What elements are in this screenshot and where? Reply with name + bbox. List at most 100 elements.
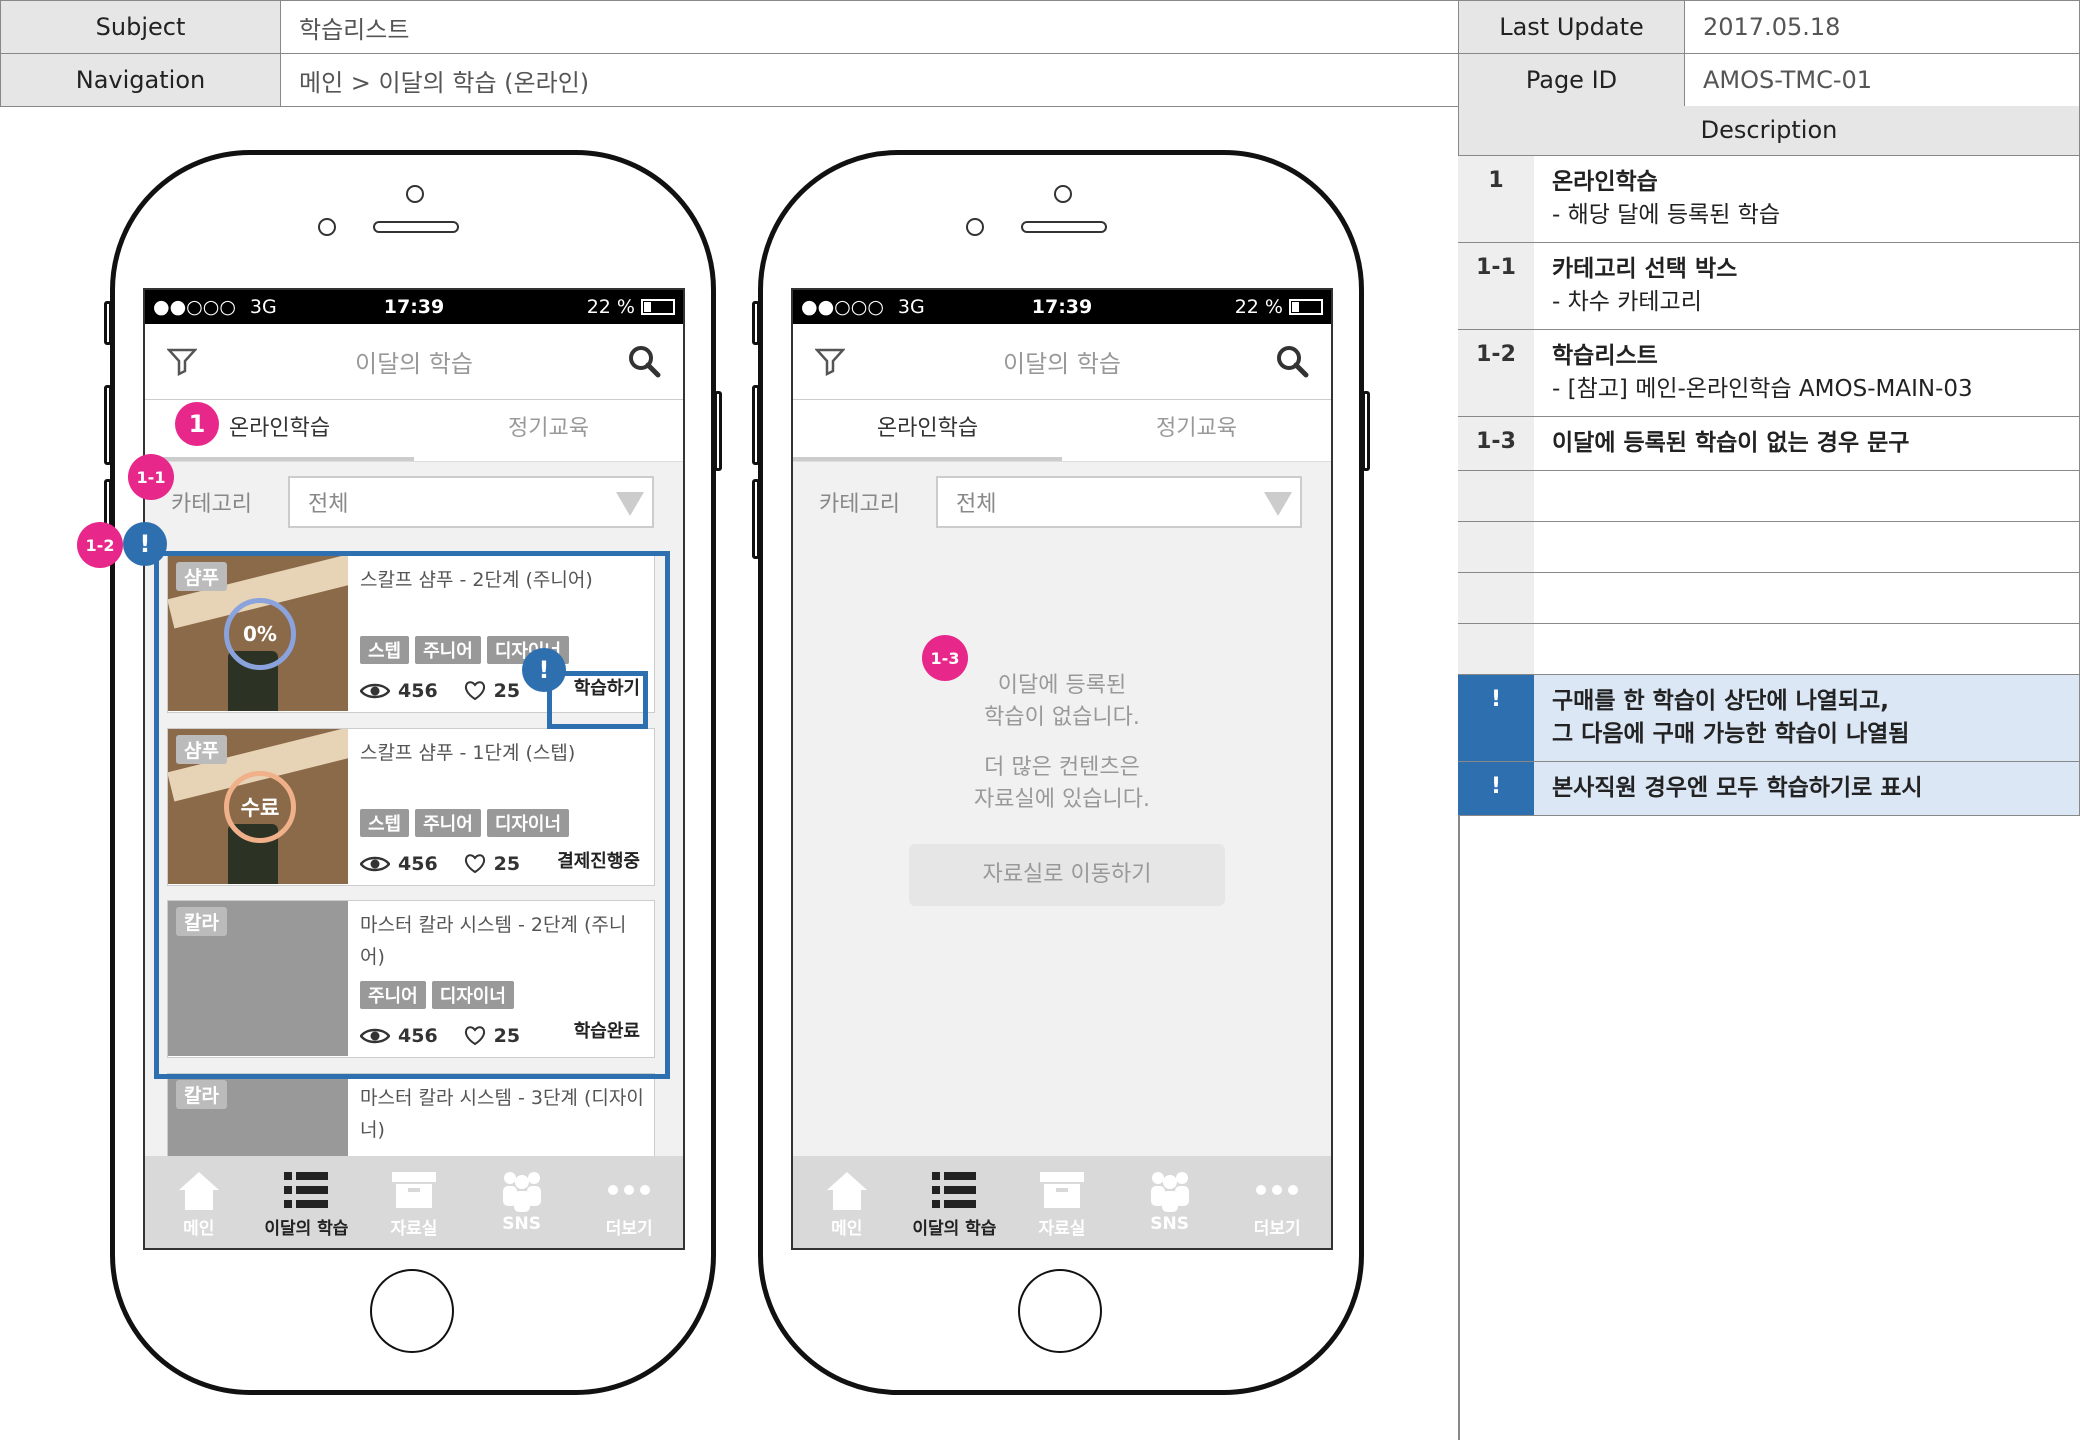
- note-text: 구매를 한 학습이 상단에 나열되고,: [1552, 688, 1890, 714]
- category-select[interactable]: 전체: [935, 476, 1302, 528]
- clock: 17:39: [1031, 296, 1093, 318]
- category-badge: 칼라: [176, 1080, 227, 1109]
- category-label: 카테고리: [171, 492, 252, 517]
- note-text2: 그 다음에 구매 가능한 학습이 나열됨: [1552, 721, 1910, 747]
- desc-row-empty: [1458, 522, 2080, 573]
- nav-home[interactable]: 메인: [793, 1156, 901, 1248]
- app-header: 이달의 학습: [793, 324, 1331, 400]
- list-highlight: [154, 551, 670, 1079]
- desc-row-empty: [1458, 471, 2080, 522]
- page-title: 이달의 학습: [1002, 350, 1122, 378]
- desc-row-empty: [1458, 624, 2080, 675]
- archive-icon: [1039, 1172, 1084, 1208]
- app-header: 이달의 학습: [145, 324, 683, 400]
- archive-icon: [391, 1172, 436, 1208]
- nav-more[interactable]: 더보기: [1223, 1156, 1331, 1248]
- desc-title: 온라인학습: [1552, 169, 1658, 195]
- description-heading: Description: [1458, 106, 2080, 156]
- filter-icon[interactable]: [815, 346, 845, 376]
- subject-label: Subject: [0, 0, 281, 54]
- bottom-nav: 메인 이달의 학습 자료실 SNS 더보기: [793, 1156, 1331, 1248]
- more-icon: [608, 1185, 651, 1195]
- marker-1-2: 1-2: [77, 522, 123, 568]
- home-icon: [826, 1172, 867, 1210]
- description-panel: Description 1 온라인학습 - 해당 달에 등록된 학습 1-1 카테…: [1458, 106, 2080, 816]
- home-button[interactable]: [1018, 1269, 1102, 1353]
- category-row: 카테고리 전체: [793, 462, 1331, 542]
- dropdown-arrow-icon: [615, 492, 644, 516]
- desc-row-empty: [1458, 573, 2080, 624]
- go-to-archive-button[interactable]: 자료실로 이동하기: [909, 844, 1225, 906]
- course-title: 마스터 칼라 시스템 - 3단계 (디자이너): [360, 1087, 644, 1141]
- status-bar: ●●○○○ 3G 17:39 22 %: [793, 290, 1331, 324]
- tab-regular[interactable]: 정기교육: [1062, 400, 1331, 461]
- tab-bar: 온라인학습 정기교육: [145, 400, 683, 462]
- category-select[interactable]: 전체: [287, 476, 654, 528]
- list-icon: [932, 1172, 977, 1208]
- empty-message: 이달에 등록된 학습이 없습니다.: [984, 673, 1140, 730]
- category-value: 전체: [955, 492, 997, 517]
- navigation-label: Navigation: [0, 53, 281, 107]
- desc-title: 학습리스트: [1552, 343, 1658, 369]
- last-update-label: Last Update: [1458, 0, 1685, 54]
- note-num: !: [1458, 675, 1534, 761]
- desc-sub: - [참고] 메인-온라인학습 AMOS-MAIN-03: [1552, 376, 1973, 402]
- desc-sub: - 해당 달에 등록된 학습: [1552, 202, 1780, 228]
- status-bar: ●●○○○ 3G 17:39 22 %: [145, 290, 683, 324]
- clock: 17:39: [383, 296, 445, 318]
- home-icon: [178, 1172, 219, 1210]
- battery-icon: [641, 299, 675, 315]
- desc-num: 1-2: [1458, 330, 1534, 416]
- phone-mockup-empty: ●●○○○ 3G 17:39 22 % 이달의 학습 온라인학습 정기교육 카테…: [752, 150, 1370, 1395]
- note-marker: !: [123, 522, 167, 566]
- nav-archive[interactable]: 자료실: [1008, 1156, 1116, 1248]
- nav-more[interactable]: 더보기: [575, 1156, 683, 1248]
- nav-monthly[interactable]: 이달의 학습: [253, 1156, 361, 1248]
- marker-1: 1: [175, 402, 219, 446]
- category-row: 카테고리 전체: [145, 462, 683, 542]
- note-text: 본사직원 경우엔 모두 학습하기로 표시: [1552, 775, 1923, 801]
- empty-hint: 더 많은 컨텐츠은 자료실에 있습니다.: [974, 755, 1150, 812]
- bottom-nav: 메인 이달의 학습 자료실 SNS 더보기: [145, 1156, 683, 1248]
- last-update-value: 2017.05.18: [1684, 0, 2080, 54]
- marker-1-3: 1-3: [922, 635, 968, 681]
- category-label: 카테고리: [819, 492, 900, 517]
- category-value: 전체: [307, 492, 349, 517]
- people-icon: [502, 1172, 541, 1212]
- desc-title: 카테고리 선택 박스: [1552, 256, 1738, 282]
- desc-row: 1 온라인학습 - 해당 달에 등록된 학습: [1458, 156, 2080, 243]
- desc-row: 1-2 학습리스트 - [참고] 메인-온라인학습 AMOS-MAIN-03: [1458, 330, 2080, 417]
- people-icon: [1150, 1172, 1189, 1212]
- header-table: Subject 학습리스트 Last Update 2017.05.18 Nav…: [0, 0, 2080, 107]
- dropdown-arrow-icon: [1263, 492, 1292, 516]
- tab-bar: 온라인학습 정기교육: [793, 400, 1331, 462]
- desc-title: 이달에 등록된 학습이 없는 경우 문구: [1552, 430, 1910, 456]
- search-icon[interactable]: [627, 344, 661, 378]
- nav-sns[interactable]: SNS: [1116, 1156, 1224, 1248]
- desc-num: 1-3: [1458, 417, 1534, 470]
- tab-online[interactable]: 온라인학습: [793, 400, 1062, 461]
- desc-num: 1: [1458, 156, 1534, 242]
- note-num: !: [1458, 762, 1534, 815]
- desc-note: ! 본사직원 경우엔 모두 학습하기로 표시: [1458, 762, 2080, 816]
- nav-archive[interactable]: 자료실: [360, 1156, 468, 1248]
- search-icon[interactable]: [1275, 344, 1309, 378]
- desc-row: 1-1 카테고리 선택 박스 - 차수 카테고리: [1458, 243, 2080, 330]
- tab-regular[interactable]: 정기교육: [414, 400, 683, 461]
- marker-1-1: 1-1: [128, 454, 174, 500]
- desc-note: ! 구매를 한 학습이 상단에 나열되고, 그 다음에 구매 가능한 학습이 나열…: [1458, 675, 2080, 762]
- nav-home[interactable]: 메인: [145, 1156, 253, 1248]
- nav-monthly[interactable]: 이달의 학습: [901, 1156, 1009, 1248]
- desc-num: 1-1: [1458, 243, 1534, 329]
- nav-sns[interactable]: SNS: [468, 1156, 576, 1248]
- list-icon: [284, 1172, 329, 1208]
- desc-row: 1-3 이달에 등록된 학습이 없는 경우 문구: [1458, 417, 2080, 471]
- subject-value: 학습리스트: [280, 0, 1459, 54]
- app-screen: ●●○○○ 3G 17:39 22 % 이달의 학습 온라인학습 정기교육 카테…: [791, 288, 1333, 1250]
- more-icon: [1256, 1185, 1299, 1195]
- home-button[interactable]: [370, 1269, 454, 1353]
- filter-icon[interactable]: [167, 346, 197, 376]
- page-id-value: AMOS-TMC-01: [1684, 53, 2080, 107]
- battery-icon: [1289, 299, 1323, 315]
- note-marker: !: [522, 648, 566, 692]
